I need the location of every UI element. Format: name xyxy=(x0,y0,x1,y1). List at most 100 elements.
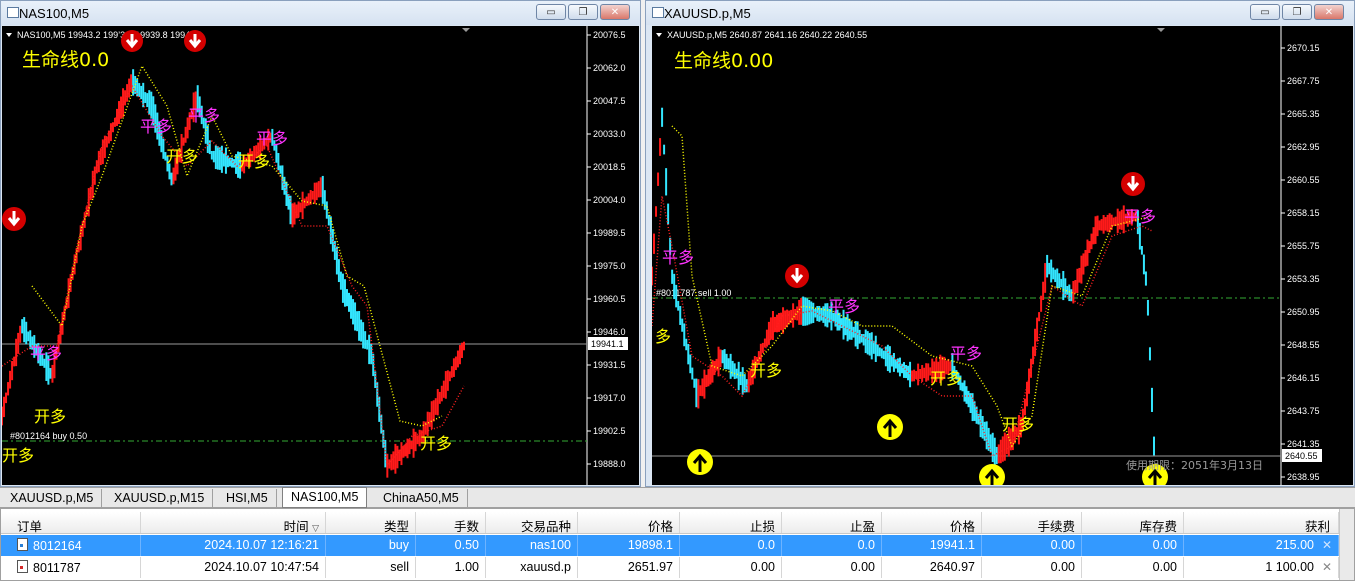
restore-button[interactable]: ❐ xyxy=(568,4,598,20)
table-row[interactable]: 8012164 2024.10.07 12:16:21 buy 0.50 nas… xyxy=(1,535,1340,556)
price-tick-label: 2667.75 xyxy=(1287,76,1320,86)
price-tick-label: 2655.75 xyxy=(1287,241,1320,251)
close-long-signal: 平多 xyxy=(950,344,982,363)
col-swap[interactable]: 库存费 xyxy=(1082,512,1184,533)
trail-line-red xyxy=(652,195,1153,458)
col-open-price[interactable]: 价格 xyxy=(578,512,680,533)
tab-xauusd-m5[interactable]: XAUUSD.p,M5 xyxy=(2,489,103,507)
nas100-chart-svg: 20076.5 20062.0 20047.5 20033.0 20018.5 20004… xyxy=(2,26,628,485)
col-tp[interactable]: 止盈 xyxy=(782,512,882,533)
price-tick-label: 2643.75 xyxy=(1287,406,1320,416)
lots-cell: 0.50 xyxy=(416,535,486,556)
col-ticket[interactable]: 订单 xyxy=(11,512,141,533)
buy-signal-icon xyxy=(979,464,1005,485)
col-commission[interactable]: 手续费 xyxy=(982,512,1082,533)
nas100-chart-window[interactable]: NAS100,M5 ▭ ❐ ✕ 20076.5 20062.0 20047.5 200… xyxy=(0,0,641,487)
col-price[interactable]: 价格 xyxy=(882,512,982,533)
restore-button[interactable]: ❐ xyxy=(1282,4,1312,20)
price-tick-label: 19902.5 xyxy=(593,426,626,436)
price-tick-label: 19989.5 xyxy=(593,228,626,238)
close-button[interactable]: ✕ xyxy=(1314,4,1344,20)
xauusd-chart-window[interactable]: XAUUSD.p,M5 ▭ ❐ ✕ 2670.15 2667.75 2665.35 2… xyxy=(645,0,1355,487)
minimize-button[interactable]: ▭ xyxy=(1250,4,1280,20)
col-type[interactable]: 类型 xyxy=(326,512,416,533)
price-axis: 2670.15 2667.75 2665.35 2662.95 2660.55 2658.… xyxy=(1281,43,1320,482)
close-order-icon[interactable]: ✕ xyxy=(1322,538,1332,552)
current-price-label: 2640.55 xyxy=(1285,451,1318,461)
xauusd-chart-area[interactable]: 2670.15 2667.75 2665.35 2662.95 2660.55 2658.… xyxy=(652,26,1353,485)
price-tick-label: 2662.95 xyxy=(1287,142,1320,152)
open-long-signal: 开多 xyxy=(34,407,66,426)
window-title: XAUUSD.p,M5 xyxy=(664,6,751,21)
tp-cell[interactable]: 0.00 xyxy=(782,557,882,578)
col-sl[interactable]: 止损 xyxy=(680,512,782,533)
price-tick-label: 20004.0 xyxy=(593,195,626,205)
open-price-cell: 19898.1 xyxy=(578,535,680,556)
nas100-chart-area[interactable]: 20076.5 20062.0 20047.5 20033.0 20018.5 20004… xyxy=(2,26,639,485)
symbol-cell: nas100 xyxy=(486,535,578,556)
window-titlebar[interactable]: NAS100,M5 ▭ ❐ ✕ xyxy=(1,1,640,25)
vertical-scrollbar[interactable] xyxy=(1339,509,1354,580)
window-titlebar[interactable]: XAUUSD.p,M5 ▭ ❐ ✕ xyxy=(646,1,1354,25)
time-cell: 2024.10.07 12:16:21 xyxy=(141,535,326,556)
minimize-button[interactable]: ▭ xyxy=(536,4,566,20)
price-tick-label: 2650.95 xyxy=(1287,307,1320,317)
chart-shift-icon xyxy=(1157,28,1165,32)
price-tick-label: 2646.15 xyxy=(1287,373,1320,383)
tab-xauusd-m15[interactable]: XAUUSD.p,M15 xyxy=(106,489,214,507)
close-order-icon[interactable]: ✕ xyxy=(1322,560,1332,574)
col-symbol[interactable]: 交易品种 xyxy=(486,512,578,533)
price-tick-label: 20076.5 xyxy=(593,30,626,40)
xauusd-chart-svg: 2670.15 2667.75 2665.35 2662.95 2660.55 2658.… xyxy=(652,26,1322,485)
tab-chinaa50-m5[interactable]: ChinaA50,M5 xyxy=(375,489,468,507)
col-time[interactable]: 时间 ▽ xyxy=(141,512,326,533)
price-tick-label: 2660.55 xyxy=(1287,175,1320,185)
price-cell: 19941.1 xyxy=(882,535,982,556)
price-tick-label: 19960.5 xyxy=(593,294,626,304)
candles xyxy=(652,107,1155,466)
price-tick-label: 2641.35 xyxy=(1287,439,1320,449)
buy-signal-icon xyxy=(877,414,903,440)
commission-cell: 0.00 xyxy=(982,535,1082,556)
price-tick-label: 20047.5 xyxy=(593,96,626,106)
ticket-cell: 8011787 xyxy=(11,557,141,578)
overlay-label: 生命线0.00 xyxy=(674,50,773,72)
col-lots[interactable]: 手数 xyxy=(416,512,486,533)
tab-hsi-m5[interactable]: HSI,M5 xyxy=(218,489,277,507)
open-long-signal: 开多 xyxy=(420,434,452,453)
ticket-value: 8012164 xyxy=(33,539,82,553)
open-long-signal: 开多 xyxy=(1002,415,1034,434)
tp-cell[interactable]: 0.0 xyxy=(782,535,882,556)
swap-cell: 0.00 xyxy=(1082,535,1184,556)
overlay-label: 生命线0.0 xyxy=(22,49,109,71)
price-tick-label: 19917.0 xyxy=(593,393,626,403)
trail-line-red xyxy=(2,84,465,468)
swap-cell: 0.00 xyxy=(1082,557,1184,578)
price-tick-label: 19931.5 xyxy=(593,360,626,370)
table-row[interactable]: 8011787 2024.10.07 10:47:54 sell 1.00 xa… xyxy=(1,557,1340,578)
price-tick-label: 19946.0 xyxy=(593,327,626,337)
close-long-signal: 平多 xyxy=(662,248,694,267)
ticket-value: 8011787 xyxy=(33,561,81,575)
window-title: NAS100,M5 xyxy=(19,6,90,21)
sl-cell[interactable]: 0.00 xyxy=(680,557,782,578)
chart-window-icon xyxy=(7,7,19,18)
col-profit[interactable]: 获利 xyxy=(1184,512,1339,533)
chart-info: XAUUSD.p,M5 2640.87 2641.16 2640.22 2640… xyxy=(667,30,867,40)
open-price-cell: 2651.97 xyxy=(578,557,680,578)
long-signal: 多 xyxy=(655,327,671,346)
sl-cell[interactable]: 0.0 xyxy=(680,535,782,556)
profit-cell: 1 100.00 ✕ xyxy=(1184,557,1339,578)
close-button[interactable]: ✕ xyxy=(600,4,630,20)
buy-signal-icon xyxy=(687,449,713,475)
open-long-signal: 开多 xyxy=(238,152,270,171)
open-long-signal: 开多 xyxy=(2,446,34,465)
close-long-signal: 平多 xyxy=(30,344,62,363)
profit-value: 215.00 xyxy=(1275,538,1314,552)
close-long-signal: 平多 xyxy=(256,129,288,148)
col-time-label: 时间 xyxy=(283,520,309,533)
order-line-label: #8012164 buy 0.50 xyxy=(10,431,87,441)
tab-nas100-m5[interactable]: NAS100,M5 xyxy=(282,487,368,508)
trail-line-yellow xyxy=(671,125,1153,448)
open-long-signal: 开多 xyxy=(750,361,782,380)
